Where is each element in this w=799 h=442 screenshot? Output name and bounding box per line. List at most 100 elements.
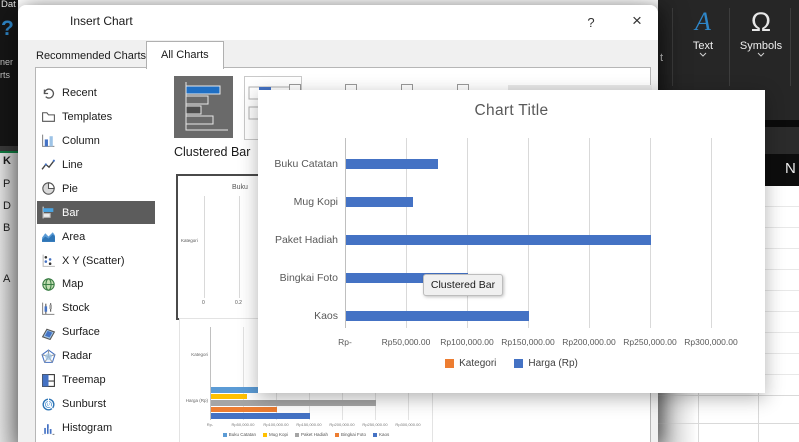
bar-mug-kopi: [211, 393, 248, 400]
sidebar-item-area[interactable]: Area: [37, 225, 155, 248]
ribbon-tab-data-fragment[interactable]: Dat: [1, 0, 16, 10]
value-axis-tick-label: Rp100,000.00: [440, 337, 494, 347]
worksheet-left-cells: KPDB A: [0, 153, 18, 442]
sidebar-item-label: Map: [62, 278, 84, 291]
category-axis-label: Kaos: [314, 310, 338, 322]
category-axis-label: Bingkai Foto: [279, 272, 338, 284]
legend-label: Bingkai Foto: [341, 432, 367, 437]
tab-all-charts[interactable]: All Charts: [146, 41, 224, 69]
chart-legend: Buku Catatan Mug Kopi Paket Hadiah Bingkai …: [180, 432, 432, 437]
symbols-button[interactable]: Ω Symbols: [734, 6, 788, 94]
stock-chart-icon: [41, 301, 56, 316]
sidebar-item-label: Line: [62, 158, 83, 171]
legend-label: Kaos: [379, 432, 390, 437]
legend-label: Harga (Rp): [528, 358, 578, 369]
sidebar-item-radar[interactable]: Radar: [37, 345, 155, 368]
area-chart-icon: [41, 229, 56, 244]
value-axis-tick-label: Rp200,000.00: [562, 337, 616, 347]
mini-tick: 0: [202, 300, 205, 306]
sidebar-item-line[interactable]: Line: [37, 153, 155, 176]
mini-axis-label: Kategori: [181, 238, 198, 243]
sidebar-item-label: Pie: [62, 182, 78, 195]
bar-chart-icon: [41, 205, 56, 220]
chevron-down-icon: [757, 52, 765, 57]
sidebar-item-recent[interactable]: Recent: [37, 82, 155, 105]
dialog-titlebar[interactable]: Insert Chart ? ×: [18, 5, 658, 40]
legend-item: Bingkai Foto: [335, 432, 366, 437]
legend-swatch: [335, 432, 340, 437]
sidebar-item-column[interactable]: Column: [37, 129, 155, 152]
sidebar-item-label: Sunburst: [62, 398, 107, 411]
sidebar-item-bar[interactable]: Bar: [37, 201, 155, 225]
sidebar-item-x-y-scatter[interactable]: X Y (Scatter): [37, 249, 155, 272]
value-axis-tick-label: Rp250,000.00: [623, 337, 677, 347]
chart-title: Chart Title: [474, 102, 549, 119]
value-gridline: [528, 138, 529, 328]
recent-icon: [41, 86, 56, 101]
dialog-drop-shadow: [658, 393, 698, 442]
ribbon-button-fragment: t: [660, 52, 664, 64]
sidebar-item-sunburst[interactable]: Sunburst: [37, 393, 155, 416]
clustered-bar-tooltip: Clustered Bar: [423, 274, 503, 296]
chart-legend: Kategori Harga (Rp): [258, 358, 765, 369]
surface-chart-icon: [41, 325, 56, 340]
cell-text-fragment: P: [3, 178, 11, 190]
value-axis-tick-label: Rp50,000.00: [231, 422, 255, 427]
legend-item: Buku Catatan: [222, 432, 256, 437]
omega-icon: Ω: [750, 7, 772, 37]
legend-swatch: [222, 432, 227, 437]
sidebar-item-map[interactable]: Map: [37, 273, 155, 296]
sidebar-item-label: Radar: [62, 350, 92, 363]
legend-swatch: [514, 359, 524, 368]
cell-gridline: [758, 393, 759, 442]
line-chart-icon: [41, 157, 56, 172]
bar-bingkai-foto: [211, 406, 277, 413]
cell-text-fragment: B: [3, 222, 11, 234]
tab-recommended-charts[interactable]: Recommended Charts: [28, 45, 154, 68]
sidebar-item-label: Bar: [62, 206, 80, 219]
category-axis-label: Buku Catatan: [274, 158, 338, 170]
cell-text-fragment: K: [3, 155, 11, 167]
chevron-down-icon: [699, 52, 707, 57]
ribbon-label-fragment: ner: [0, 57, 14, 67]
header-letter-fragment: N: [785, 160, 796, 177]
dialog-help-button[interactable]: ?: [578, 11, 604, 35]
sidebar-item-label: X Y (Scatter): [62, 254, 125, 267]
sidebar-item-templates[interactable]: Templates: [37, 105, 155, 128]
cell-gridline: [658, 423, 799, 424]
text-button[interactable]: A Text: [680, 6, 726, 94]
sidebar-item-pie[interactable]: Pie: [37, 177, 155, 200]
subtype-heading: Clustered Bar: [174, 145, 251, 159]
value-axis-tick-label: Rp50,000.00: [381, 337, 431, 347]
mini-tick: 0.2: [235, 300, 242, 306]
legend-item: Mug Kopi: [262, 432, 288, 437]
category-axis-label: Harga (Rp): [185, 398, 208, 403]
value-axis-tick-label: Rp150,000.00: [296, 422, 322, 427]
bar-paket-hadiah: [211, 400, 376, 406]
value-axis-tick-label: Rp200,000.00: [329, 422, 355, 427]
subtype-thumbnail-clustered-bar[interactable]: [174, 76, 233, 138]
bar-kaos: [211, 413, 310, 419]
sidebar-item-stock[interactable]: Stock: [37, 297, 155, 320]
legend-label: Mug Kopi: [268, 432, 288, 437]
mini-gridline: [239, 196, 240, 298]
hover-preview-popup: Chart Title Clustered Bar Rp- Rp50,000.00…: [258, 90, 765, 393]
value-axis-tick-label: Rp150,000.00: [501, 337, 555, 347]
sidebar-item-histogram[interactable]: Histogram: [37, 417, 155, 440]
dialog-close-button[interactable]: ×: [624, 9, 650, 33]
help-question-icon: ?: [1, 17, 14, 40]
legend-item: Harga (Rp): [514, 358, 578, 369]
legend-item: Kaos: [373, 432, 389, 437]
mini-category-label: Buku: [232, 184, 248, 191]
sidebar-item-surface[interactable]: Surface: [37, 321, 155, 344]
sidebar-item-label: Recent: [62, 87, 97, 99]
sidebar-item-treemap[interactable]: Treemap: [37, 369, 155, 392]
ribbon-separator: [672, 8, 673, 86]
bar-paket-hadiah: [346, 235, 651, 245]
ribbon-separator: [729, 8, 730, 86]
ribbon-label-fragment: rts: [0, 70, 10, 80]
mini-gridline: [204, 196, 205, 298]
map-chart-icon: [41, 277, 56, 292]
bar-mug-kopi: [346, 197, 414, 207]
value-axis-tick-label: Rp300,000.00: [684, 337, 738, 347]
